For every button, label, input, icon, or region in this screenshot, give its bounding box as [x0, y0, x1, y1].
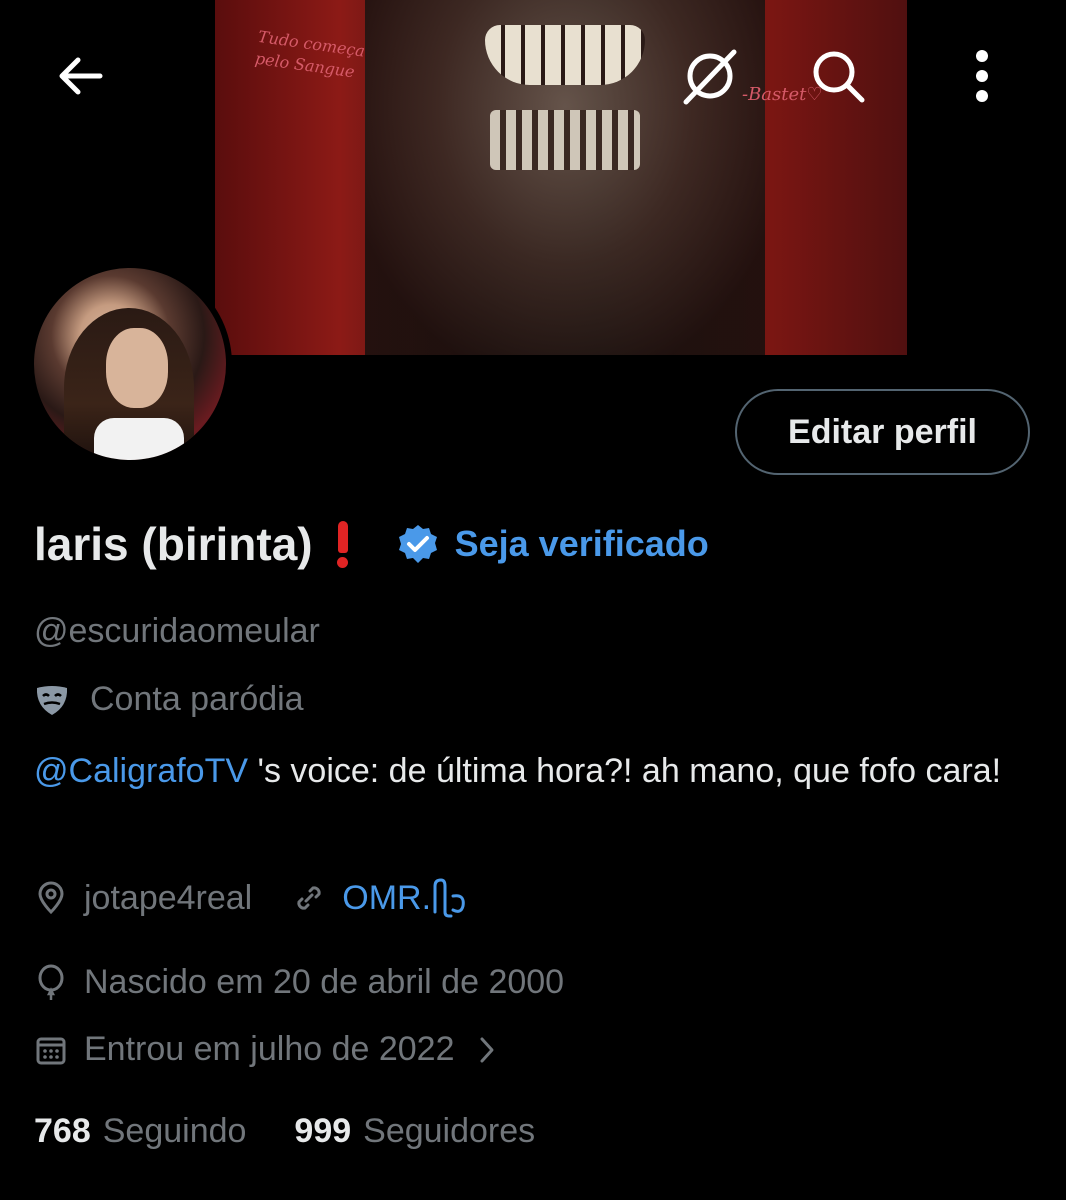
- more-vertical-icon: [976, 50, 988, 102]
- calendar-icon: [36, 1037, 66, 1064]
- balloon-icon: [38, 964, 64, 1000]
- joined-date-row[interactable]: Entrou em julho de 2022: [34, 1030, 502, 1069]
- parody-label-text: Conta paródia: [90, 680, 304, 718]
- more-options-button[interactable]: [946, 40, 1018, 112]
- profile-avatar[interactable]: [28, 262, 232, 466]
- avatar-photo: [34, 268, 226, 460]
- display-name: laris (birinta): [34, 518, 313, 570]
- search-icon: [813, 51, 865, 103]
- grok-button[interactable]: [672, 40, 748, 112]
- following-label: Seguindo: [102, 1112, 247, 1150]
- bio-mention-link[interactable]: @CaligrafoTV: [34, 752, 248, 790]
- followers-link[interactable]: 999 Seguidores: [294, 1112, 535, 1151]
- avatar-face: [106, 328, 168, 408]
- bio-text: 's voice: de última hora?! ah mano, que …: [248, 752, 1002, 790]
- search-button[interactable]: [800, 40, 876, 112]
- arrow-left-icon: [59, 57, 103, 95]
- name-row: laris (birinta) Seja verificado: [34, 512, 709, 576]
- edit-profile-button[interactable]: Editar perfil: [735, 389, 1030, 475]
- parody-account-label[interactable]: Conta paródia: [34, 680, 304, 719]
- location-pin-icon: [38, 881, 64, 915]
- get-verified-label: Seja verificado: [454, 523, 709, 564]
- username-handle: @escuridaomeular: [34, 612, 320, 650]
- exclamation-mark-emoji: [335, 520, 351, 568]
- location-text: jotape4real: [84, 878, 253, 917]
- theater-mask-icon: [36, 685, 68, 715]
- following-link[interactable]: 768 Seguindo: [34, 1112, 246, 1151]
- website-link[interactable]: OMR.: [292, 878, 467, 918]
- website-text: OMR.: [342, 878, 432, 917]
- get-verified-link[interactable]: Seja verificado: [397, 523, 709, 565]
- following-count: 768: [34, 1112, 91, 1150]
- location-website-row: jotape4real OMR.: [34, 878, 467, 918]
- birth-date-row: Nascido em 20 de abril de 2000: [34, 963, 564, 1002]
- verified-badge-icon: [398, 525, 437, 563]
- joined-date-text: Entrou em julho de 2022: [84, 1030, 455, 1068]
- follow-stats: 768 Seguindo 999 Seguidores: [34, 1112, 535, 1151]
- grok-icon: [683, 49, 737, 105]
- link-icon: [297, 886, 321, 910]
- followers-label: Seguidores: [363, 1112, 536, 1150]
- avatar-shirt: [94, 418, 184, 460]
- banner-teeth: [485, 25, 645, 85]
- back-button[interactable]: [44, 40, 116, 112]
- birth-date-text: Nascido em 20 de abril de 2000: [84, 963, 565, 1001]
- chevron-right-icon: [480, 1037, 494, 1062]
- profile-bio: @CaligrafoTV 's voice: de última hora?! …: [34, 746, 1034, 796]
- followers-count: 999: [294, 1112, 352, 1150]
- banner-mask: [490, 110, 640, 170]
- knot-glyph: [433, 878, 465, 918]
